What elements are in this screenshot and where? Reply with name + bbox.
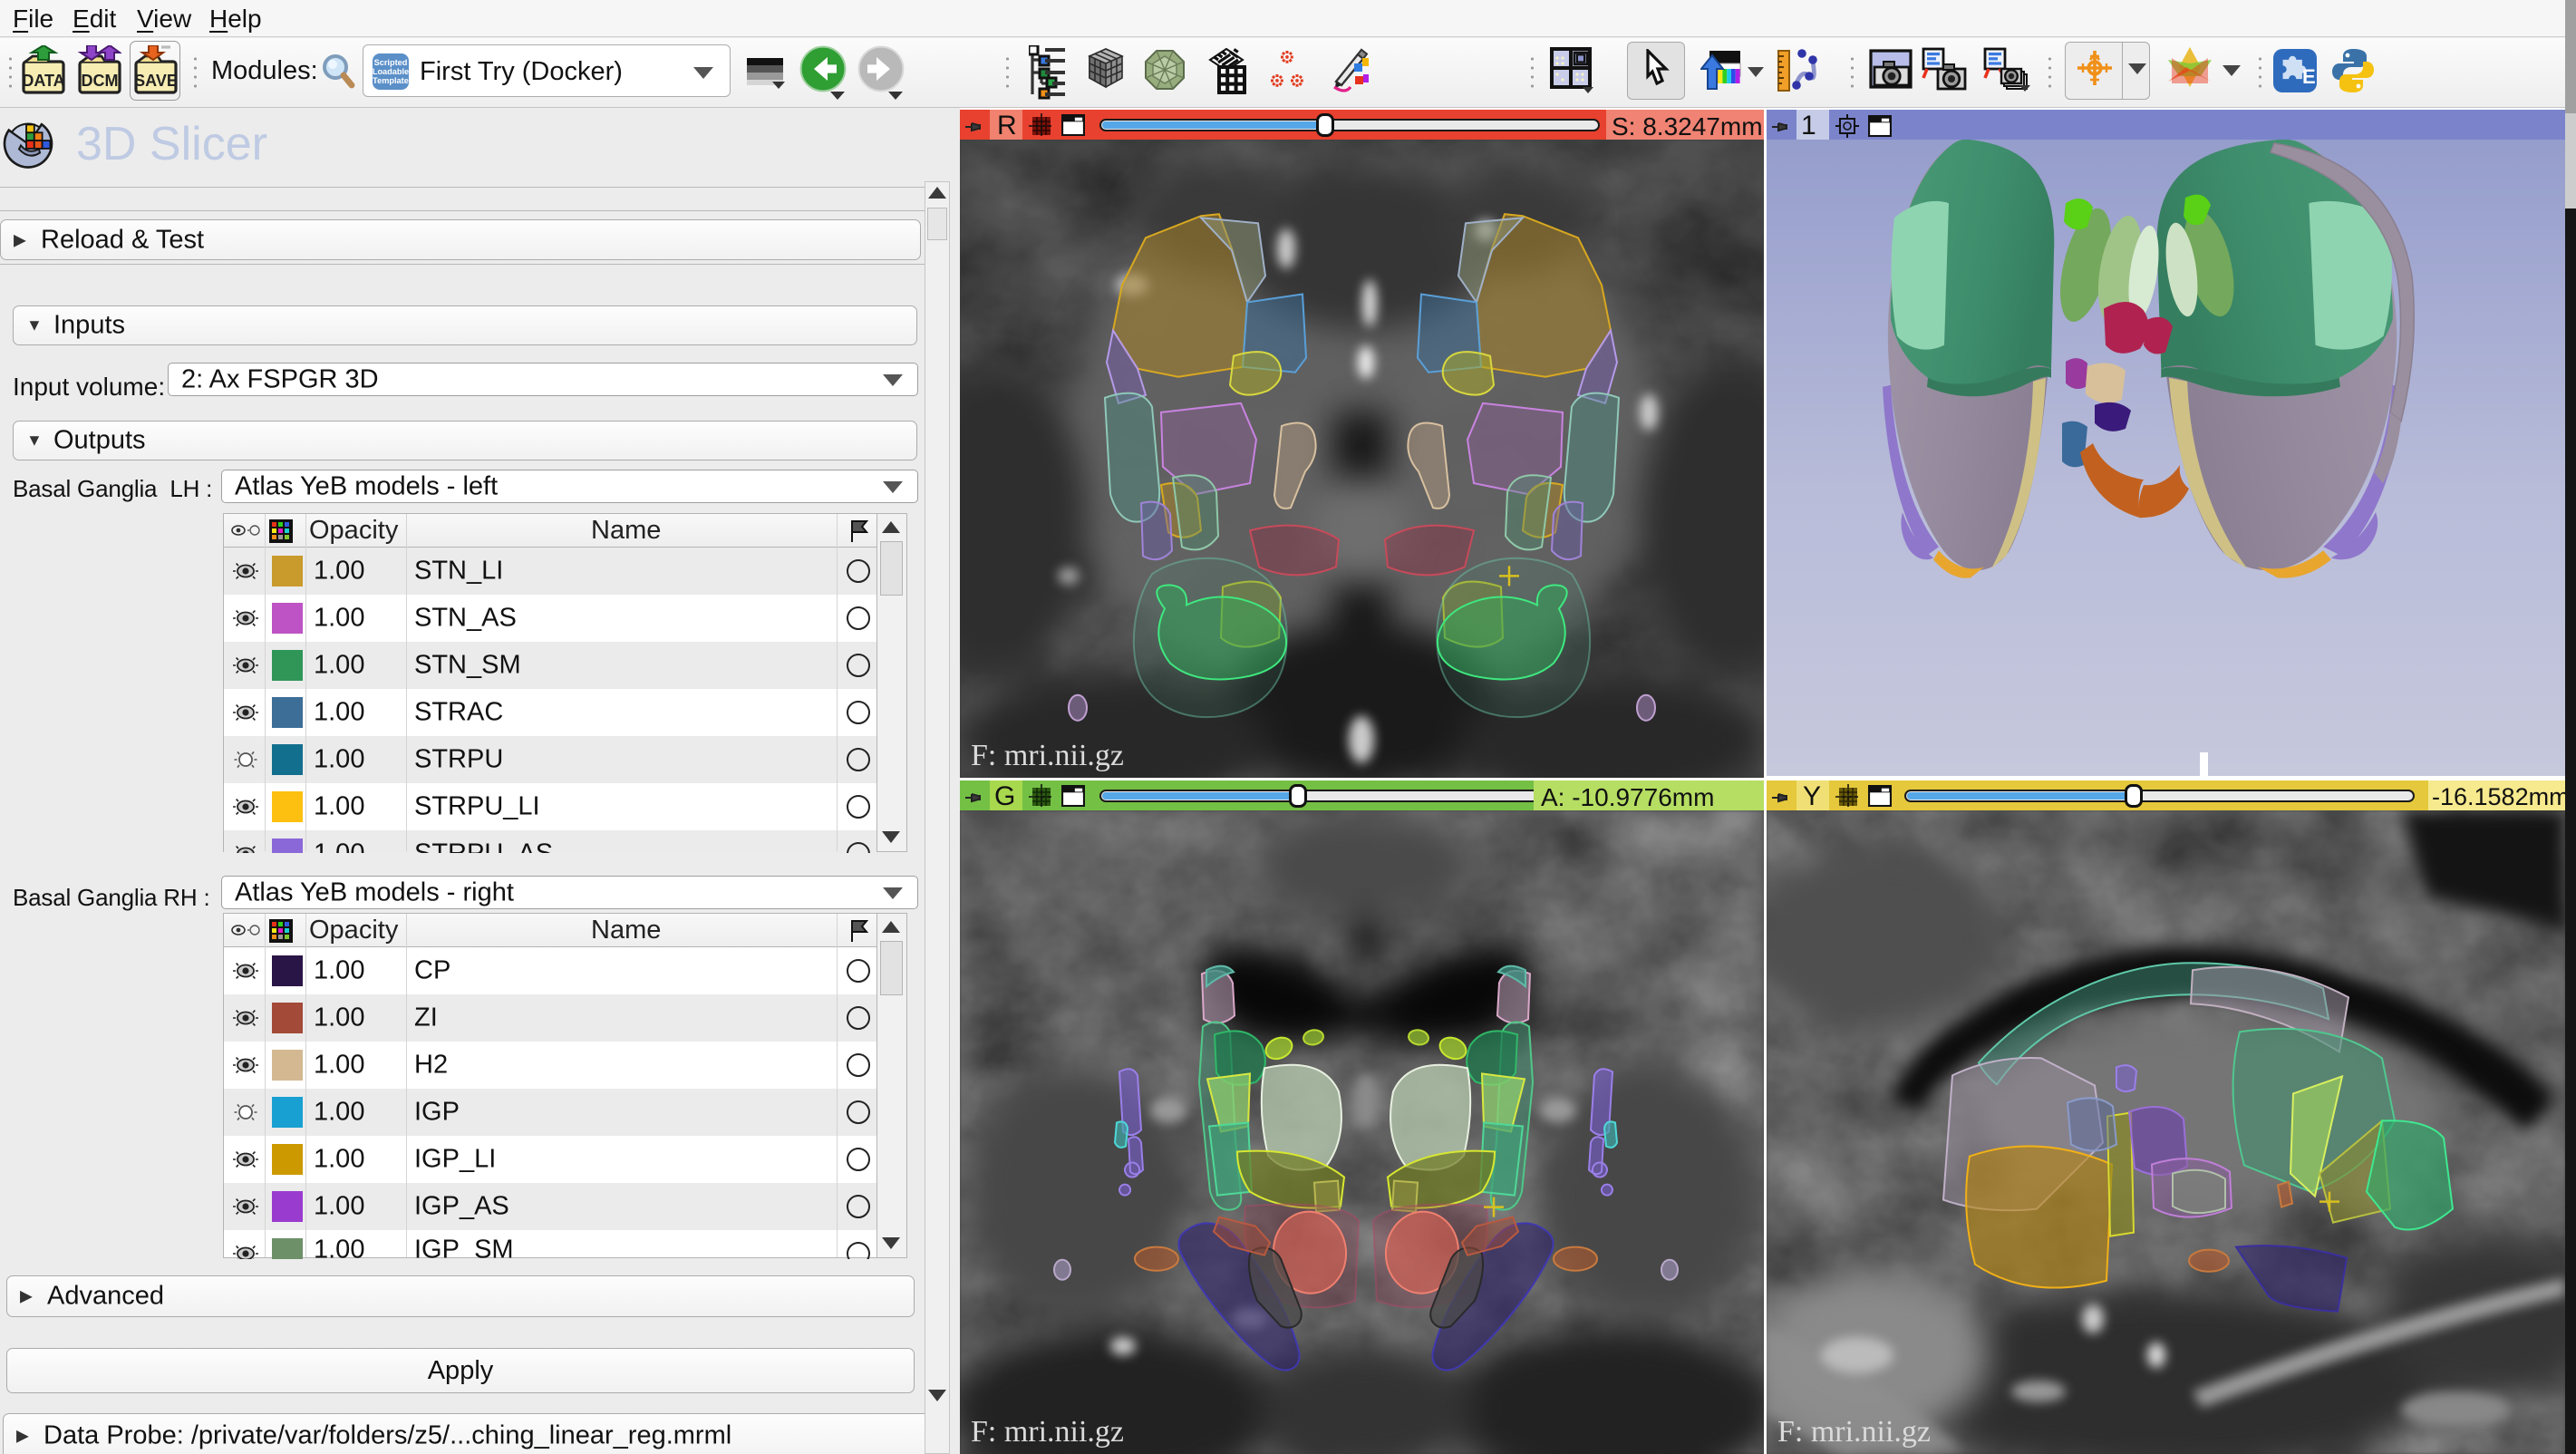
svg-text:F: mri.nii.gz: F: mri.nii.gz: [1777, 1415, 1931, 1449]
svg-text:DCM: DCM: [82, 72, 119, 90]
svg-text:SAVE: SAVE: [134, 72, 178, 90]
svg-text:DATA: DATA: [22, 72, 64, 90]
svg-text:E: E: [2302, 65, 2316, 88]
svg-text:Loadable: Loadable: [373, 67, 409, 76]
svg-text:Template: Template: [373, 76, 409, 85]
svg-text:F: mri.nii.gz: F: mri.nii.gz: [971, 739, 1124, 772]
svg-text:F: mri.nii.gz: F: mri.nii.gz: [971, 1415, 1124, 1449]
svg-text:Scripted: Scripted: [374, 58, 408, 67]
